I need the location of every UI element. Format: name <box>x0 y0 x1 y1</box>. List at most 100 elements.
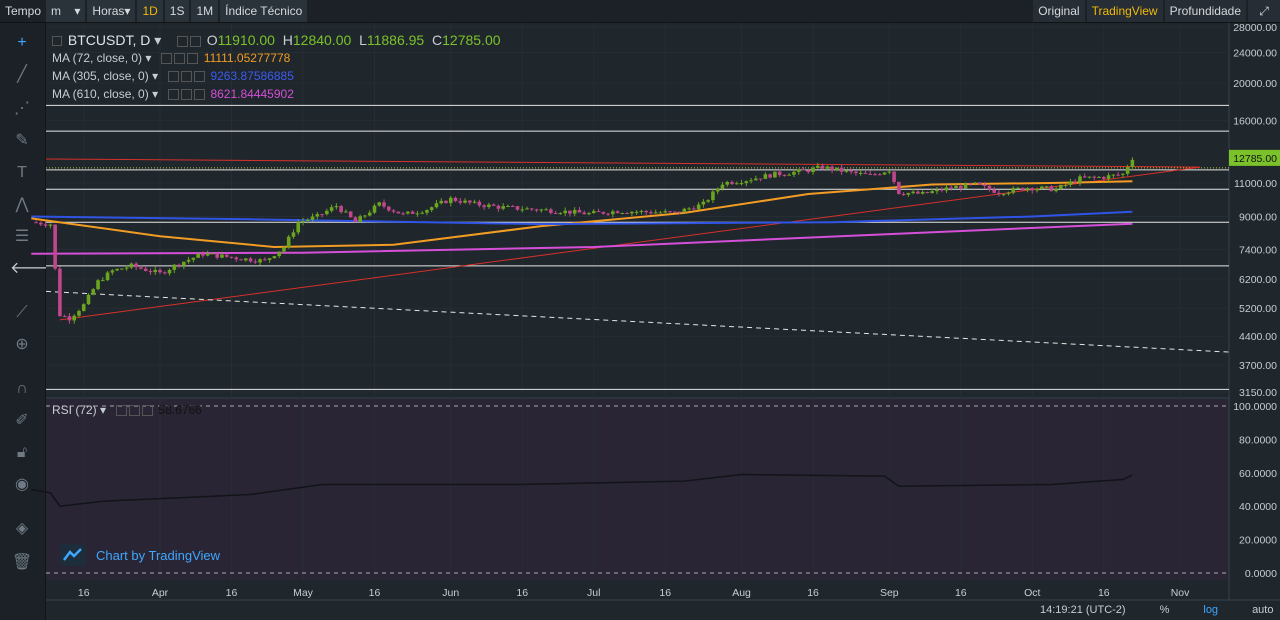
candle-body <box>348 211 353 218</box>
candle-body <box>201 253 205 256</box>
candle-body <box>920 191 925 194</box>
candle-body <box>77 310 81 316</box>
candle-body <box>496 205 501 209</box>
visibility-box-icon[interactable] <box>129 405 141 417</box>
candle-body <box>901 194 906 196</box>
candle-body <box>48 224 53 226</box>
candle-body <box>1016 187 1020 189</box>
candle-body <box>925 191 930 194</box>
candle-body <box>177 264 181 266</box>
candle-body <box>196 253 200 258</box>
y-tick-label: 16000.00 <box>1233 115 1277 127</box>
candle-body <box>858 172 863 174</box>
candle-body <box>663 211 668 213</box>
candle-body <box>277 251 281 257</box>
candle-body <box>305 219 310 221</box>
candle-body <box>215 253 219 258</box>
candle-body <box>949 187 954 189</box>
candle-body <box>320 214 324 216</box>
candle-body <box>987 185 992 190</box>
settings-box-icon[interactable] <box>176 35 188 47</box>
candle-body <box>1097 176 1101 178</box>
candle-body <box>429 207 434 211</box>
candle-body <box>553 212 558 214</box>
candle-body <box>291 232 296 237</box>
candle-body <box>267 258 272 260</box>
log-scale-toggle[interactable]: log <box>1203 604 1218 616</box>
chevron-down-icon[interactable]: ▾ <box>100 403 106 417</box>
candle-body <box>401 213 405 215</box>
percent-scale-toggle[interactable]: % <box>1160 604 1170 616</box>
candle-body <box>224 254 229 257</box>
candle-body <box>1011 187 1016 193</box>
settings-box-icon[interactable] <box>168 71 180 83</box>
visibility-box-icon[interactable] <box>174 53 186 65</box>
candle-body <box>649 212 653 214</box>
close-box-icon[interactable] <box>142 405 154 417</box>
candle-body <box>286 236 291 248</box>
candle-body <box>982 184 987 186</box>
candle-body <box>1125 167 1130 174</box>
visibility-box-icon[interactable] <box>181 71 193 83</box>
close-box-icon[interactable] <box>187 53 199 65</box>
candle-body <box>86 294 91 305</box>
candle-body <box>344 211 348 213</box>
x-tick-label: Nov <box>1171 587 1190 599</box>
candle-body <box>453 197 458 202</box>
candle-body <box>749 180 753 182</box>
candle-body <box>692 208 696 210</box>
ma72-value: 11111.05277778 <box>203 51 291 65</box>
x-tick-label: 16 <box>369 587 381 599</box>
candle-body <box>410 211 415 214</box>
y-tick-label: 28000.00 <box>1233 22 1277 34</box>
candle-body <box>572 209 577 214</box>
visibility-box-icon[interactable] <box>189 35 201 47</box>
chevron-down-icon[interactable]: ▾ <box>152 69 158 83</box>
candle-body <box>172 264 177 270</box>
symbol-label: BTCUSDT, D <box>67 32 151 48</box>
x-tick-label: 16 <box>659 587 671 599</box>
symbol-collapse-box[interactable] <box>52 36 62 47</box>
candle-body <box>711 191 715 201</box>
candle-body <box>811 167 815 173</box>
candle-body <box>263 259 267 261</box>
candle-body <box>963 183 968 189</box>
visibility-box-icon[interactable] <box>181 89 193 101</box>
candle-body <box>463 200 467 203</box>
candle-body <box>477 201 482 206</box>
settings-box-icon[interactable] <box>116 405 128 417</box>
candle-body <box>301 220 305 223</box>
candle-body <box>372 205 377 213</box>
auto-scale-toggle[interactable]: auto <box>1252 604 1273 616</box>
candle-body <box>539 209 544 211</box>
close-box-icon[interactable] <box>194 89 206 101</box>
candle-body <box>244 258 248 261</box>
candle-body <box>1054 188 1058 192</box>
candle-body <box>1059 184 1063 189</box>
close-box-icon[interactable] <box>194 71 206 83</box>
candle-body <box>563 210 567 214</box>
candle-body <box>796 169 801 172</box>
candle-body <box>530 208 534 210</box>
candle-body <box>897 181 901 195</box>
candle-body <box>329 207 334 211</box>
candle-body <box>701 201 706 205</box>
rsi-tick-label: 60.0000 <box>1239 468 1277 480</box>
candle-body <box>1025 188 1030 191</box>
candle-body <box>877 174 882 176</box>
candle-body <box>43 224 48 226</box>
candle-body <box>639 210 644 212</box>
candle <box>81 303 86 312</box>
candle-body <box>229 256 234 258</box>
settings-box-icon[interactable] <box>168 89 180 101</box>
tradingview-watermark[interactable]: Chart by TradingView <box>60 544 220 566</box>
chevron-down-icon[interactable]: ▾ <box>154 32 161 48</box>
chevron-down-icon[interactable]: ▾ <box>152 87 158 101</box>
candle-body <box>763 174 768 179</box>
candle <box>348 210 353 218</box>
open-value: 11910.00 <box>217 32 275 48</box>
candle-body <box>34 222 38 224</box>
ma72-label: MA (72, close, 0) <box>52 51 143 65</box>
settings-box-icon[interactable] <box>161 53 173 65</box>
chevron-down-icon[interactable]: ▾ <box>145 51 151 65</box>
